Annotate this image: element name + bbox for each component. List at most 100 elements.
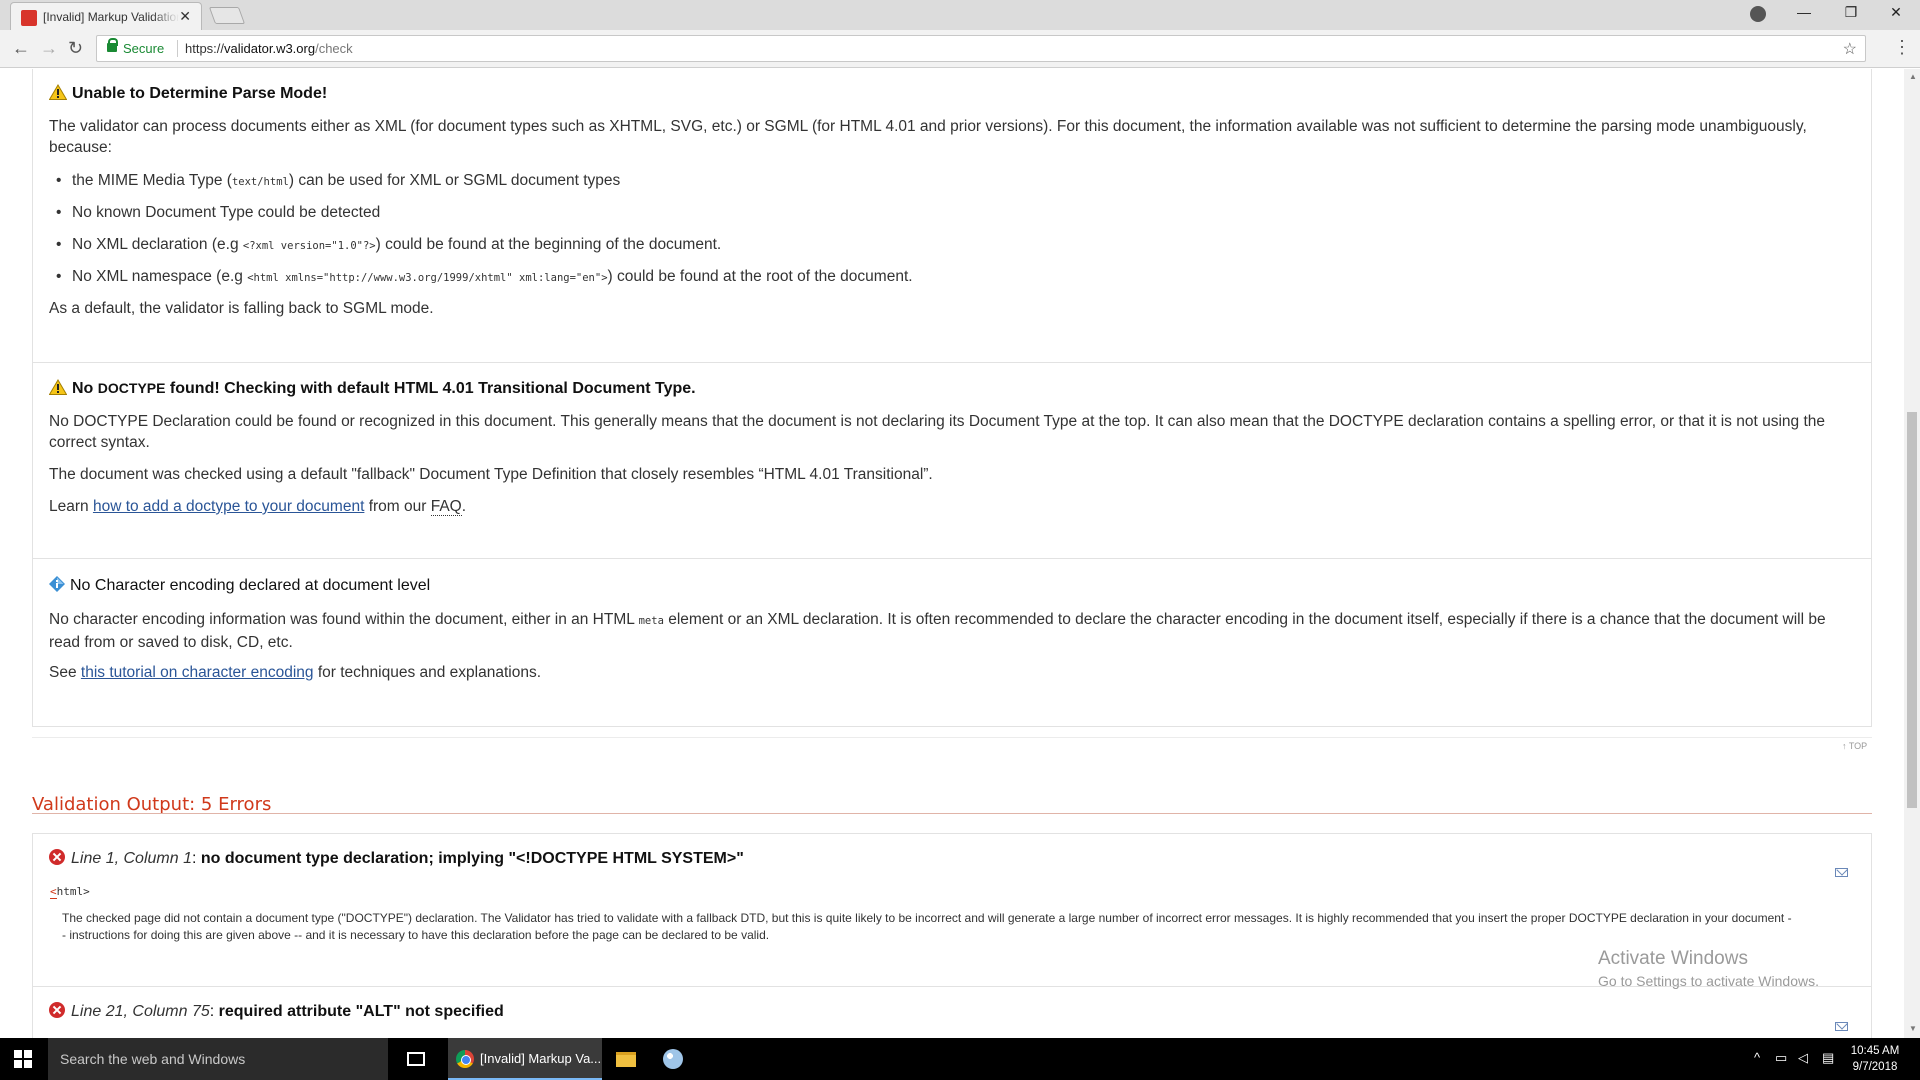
scrollbar-thumb[interactable] xyxy=(1907,412,1917,808)
bullet-code: <?xml version="1.0"?> xyxy=(242,240,376,252)
action-center-icon[interactable]: ▤ xyxy=(1822,1050,1834,1066)
heading-rule xyxy=(32,813,1872,814)
clock-date: 9/7/2018 xyxy=(1852,1061,1898,1073)
url-bar[interactable]: Secure https://validator.w3.org/check ☆ xyxy=(96,35,1866,62)
learn-post: . xyxy=(461,498,467,515)
url-host: validator.w3.org xyxy=(224,41,316,56)
charset-para-pre: No character encoding information was fo… xyxy=(49,611,639,628)
bullet-code: <html xmlns="http://www.w3.org/1999/xhtm… xyxy=(247,272,608,284)
clock-time: 10:45 AM xyxy=(1850,1045,1900,1057)
doctype-title-post: found! Checking with default HTML 4.01 T… xyxy=(169,380,696,397)
bookmark-star-icon[interactable]: ☆ xyxy=(1843,39,1857,59)
doctype-title: No DOCTYPE found! Checking with default … xyxy=(49,379,696,398)
windows-taskbar: Search the web and Windows [Invalid] Mar… xyxy=(0,1038,1920,1080)
tray-chevron-icon[interactable]: ^ xyxy=(1754,1050,1760,1065)
watermark-line-2: Go to Settings to activate Windows. xyxy=(1598,973,1819,989)
taskbar-clock[interactable]: 10:45 AM 9/7/2018 xyxy=(1845,1043,1905,1075)
doctype-learn-line: Learn how to add a doctype to your docum… xyxy=(49,496,1849,517)
taskbar-chrome-app[interactable]: [Invalid] Markup Va... xyxy=(448,1038,602,1080)
profile-icon[interactable] xyxy=(1750,6,1766,22)
bullet-text-after: ) could be found at the root of the docu… xyxy=(607,268,913,285)
charset-title: No Character encoding declared at docume… xyxy=(49,576,430,595)
secure-label: Secure xyxy=(123,41,165,56)
search-placeholder: Search the web and Windows xyxy=(60,1051,246,1067)
network-icon[interactable]: ▭ xyxy=(1775,1050,1787,1066)
file-explorer-icon[interactable] xyxy=(616,1052,636,1067)
paint-app-icon[interactable] xyxy=(663,1049,683,1069)
bullet-text-after: ) can be used for XML or SGML document t… xyxy=(288,172,621,189)
bullet-text: No XML namespace (e.g xyxy=(72,268,248,285)
new-tab-button[interactable] xyxy=(208,7,246,24)
charset-paragraph: No character encoding information was fo… xyxy=(49,609,1849,653)
error-item-title: Line 1, Column 1: no document type decla… xyxy=(49,849,744,868)
url-separator xyxy=(177,40,178,57)
doctype-paragraph-1: No DOCTYPE Declaration could be found or… xyxy=(49,413,1825,451)
lock-icon xyxy=(107,38,118,52)
warning-icon xyxy=(49,379,67,395)
reload-icon[interactable]: ↻ xyxy=(68,38,83,58)
charset-see-line: See this tutorial on character encoding … xyxy=(49,662,1849,683)
volume-icon[interactable]: ◁ xyxy=(1798,1050,1808,1066)
task-view-icon[interactable] xyxy=(407,1052,425,1066)
bullet-text: No XML declaration (e.g xyxy=(72,236,243,253)
doctype-howto-link[interactable]: how to add a doctype to your document xyxy=(93,498,364,515)
validation-output-heading: Validation Output: 5 Errors xyxy=(32,794,272,815)
faq-link[interactable]: FAQ xyxy=(430,498,462,516)
list-item: No XML declaration (e.g <?xml version="1… xyxy=(56,234,721,257)
taskbar-search-input[interactable]: Search the web and Windows xyxy=(48,1038,388,1080)
forward-arrow-icon[interactable]: → xyxy=(40,38,58,58)
doctype-keyword: DOCTYPE xyxy=(97,380,166,396)
close-window-button[interactable]: ✕ xyxy=(1881,4,1911,21)
url-path: /check xyxy=(315,41,353,56)
back-arrow-icon[interactable]: ← xyxy=(12,38,30,58)
watermark-line-1: Activate Windows xyxy=(1598,948,1748,969)
browser-tab-strip: [Invalid] Markup Validation Service ✕ — … xyxy=(0,0,1920,30)
feedback-mail-icon[interactable] xyxy=(1835,868,1848,877)
learn-pre: Learn xyxy=(49,498,93,515)
tab-close-icon[interactable]: ✕ xyxy=(179,9,191,23)
error-location: Line 21, Column 75 xyxy=(71,1003,210,1020)
divider xyxy=(32,737,1872,738)
error-icon xyxy=(49,1002,65,1018)
scroll-up-icon[interactable]: ▲ xyxy=(1909,72,1917,81)
scroll-down-icon[interactable]: ▼ xyxy=(1909,1024,1917,1033)
list-item: the MIME Media Type (text/html) can be u… xyxy=(56,170,621,193)
back-to-top-link[interactable]: ↑ TOP xyxy=(1842,741,1867,751)
minimize-button[interactable]: — xyxy=(1789,4,1819,20)
charset-title-text: No Character encoding declared at docume… xyxy=(70,577,431,594)
charset-tutorial-link[interactable]: this tutorial on character encoding xyxy=(81,664,314,681)
error-message: no document type declaration; implying "… xyxy=(200,850,744,867)
warning-icon xyxy=(49,84,67,100)
list-item: No known Document Type could be detected xyxy=(56,202,381,223)
bullet-code: text/html xyxy=(231,176,289,188)
tab-title: [Invalid] Markup Validation Service xyxy=(43,10,179,24)
learn-mid: from our xyxy=(364,498,431,515)
charset-para-code: meta xyxy=(638,615,664,627)
error-item-title: Line 21, Column 75: required attribute "… xyxy=(49,1002,504,1021)
page-scrollbar[interactable]: ▲ ▼ xyxy=(1904,69,1920,1038)
source-highlight: < xyxy=(50,885,57,899)
doctype-paragraph-2: The document was checked using a default… xyxy=(49,466,933,483)
url-text[interactable]: https://validator.w3.org/check xyxy=(185,41,353,56)
info-icon xyxy=(49,576,65,592)
url-scheme: https:// xyxy=(185,41,225,56)
list-item: No XML namespace (e.g <html xmlns="http:… xyxy=(56,266,913,289)
windows-start-icon[interactable] xyxy=(14,1050,32,1068)
parse-mode-title-text: Unable to Determine Parse Mode! xyxy=(72,85,328,102)
browser-menu-icon[interactable]: ⋮ xyxy=(1893,38,1911,56)
error-source: <html> xyxy=(50,885,90,899)
feedback-mail-icon[interactable] xyxy=(1835,1022,1848,1031)
bullet-text: the MIME Media Type ( xyxy=(72,172,232,189)
bullet-text: No known Document Type could be detected xyxy=(72,204,381,221)
divider xyxy=(32,986,1872,987)
error-message: required attribute "ALT" not specified xyxy=(218,1003,504,1020)
fallback-note: As a default, the validator is falling b… xyxy=(49,300,434,317)
source-rest: html> xyxy=(56,885,90,898)
restore-button[interactable]: ❐ xyxy=(1836,4,1866,21)
browser-tab[interactable]: [Invalid] Markup Validation Service ✕ xyxy=(10,2,202,30)
address-toolbar: ← → ↻ Secure https://validator.w3.org/ch… xyxy=(0,30,1920,68)
error-location: Line 1, Column 1 xyxy=(71,850,192,867)
see-pre: See xyxy=(49,664,81,681)
taskbar-app-label: [Invalid] Markup Va... xyxy=(480,1051,602,1066)
doctype-title-pre: No xyxy=(72,380,94,397)
